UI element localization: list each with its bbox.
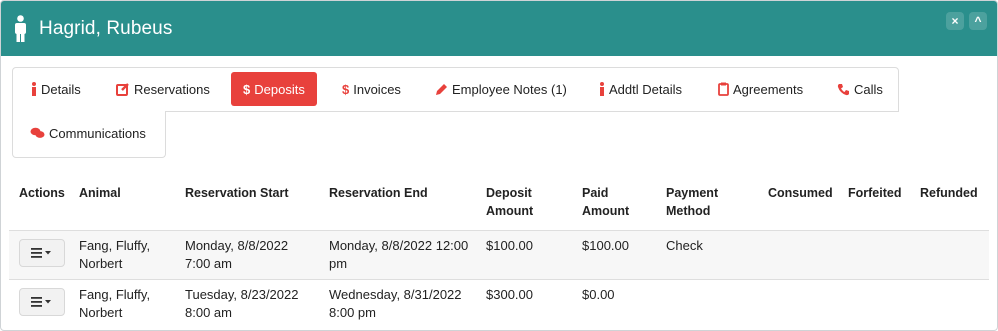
column-header-payment-method: Payment Method [666, 186, 719, 218]
cell-consumed [758, 231, 838, 280]
tab-label: Reservations [134, 81, 210, 97]
cell-start: Monday, 8/8/2022 7:00 am [185, 238, 289, 271]
collapse-button[interactable]: ^ [969, 12, 987, 30]
tab-label: Communications [49, 125, 146, 141]
tab-label: Agreements [733, 81, 804, 97]
phone-icon [837, 83, 850, 96]
deposits-table: Actions Animal Reservation Start Reserva… [9, 173, 989, 328]
column-header-reservation-start: Reservation Start [185, 186, 289, 200]
column-header-actions: Actions [19, 186, 65, 200]
cell-forfeited [838, 280, 910, 329]
chevron-up-icon: ^ [974, 14, 982, 28]
info-icon [31, 82, 37, 96]
column-header-reservation-end: Reservation End [329, 186, 428, 200]
tab-addtl-details[interactable]: Addtl Details [599, 72, 682, 106]
tab-agreements[interactable]: Agreements [718, 72, 803, 106]
close-icon: × [951, 14, 959, 28]
tab-label: Addtl Details [609, 81, 682, 97]
info-icon [599, 82, 605, 96]
tab-deposits[interactable]: $ Deposits [231, 72, 317, 106]
cell-refunded [910, 231, 989, 280]
tab-label: Deposits [254, 81, 305, 97]
pencil-icon [435, 83, 448, 96]
cell-animal: Fang, Fluffy, Norbert [79, 238, 151, 271]
row-actions-button[interactable] [19, 239, 65, 267]
column-header-consumed: Consumed [768, 186, 833, 200]
person-icon [14, 14, 27, 43]
column-header-deposit-amount: Deposit Amount [486, 186, 534, 218]
cell-paid: $0.00 [582, 287, 615, 302]
tab-communications[interactable]: Communications [30, 116, 146, 150]
customer-window: Hagrid, Rubeus × ^ Details Reservations [0, 0, 998, 331]
tab-bar: Details Reservations $ Deposits $ Invoic… [12, 67, 997, 161]
table-row: Fang, Fluffy, Norbert Monday, 8/8/2022 7:0… [9, 230, 989, 280]
cell-consumed [758, 280, 838, 329]
tab-label: Invoices [353, 81, 401, 97]
window-header: Hagrid, Rubeus × ^ [1, 1, 997, 56]
column-header-paid-amount: Paid Amount [582, 186, 630, 218]
tab-invoices[interactable]: $ Invoices [342, 72, 401, 106]
cell-method [656, 280, 758, 329]
cell-deposit: $300.00 [486, 287, 533, 302]
row-actions-button[interactable] [19, 288, 65, 316]
menu-caret-icon [31, 297, 51, 307]
column-header-forfeited: Forfeited [848, 186, 902, 200]
cell-end: Monday, 8/8/2022 12:00 pm [329, 238, 469, 271]
chat-icon [30, 127, 45, 139]
table-row: Fang, Fluffy, Norbert Tuesday, 8/23/2022 8… [9, 279, 989, 329]
tab-label: Employee Notes (1) [452, 81, 567, 97]
dollar-icon: $ [342, 81, 350, 97]
close-button[interactable]: × [946, 12, 964, 30]
cell-refunded [910, 280, 989, 329]
tab-row-2: Communications [12, 111, 166, 158]
cell-start: Tuesday, 8/23/2022 8:00 am [185, 287, 299, 320]
column-header-refunded: Refunded [920, 186, 978, 200]
table-header-row: Actions Animal Reservation Start Reserva… [9, 173, 989, 231]
tab-employee-notes[interactable]: Employee Notes (1) [435, 72, 567, 106]
tab-label: Details [41, 81, 81, 97]
edit-icon [116, 82, 130, 96]
cell-paid: $100.00 [582, 238, 629, 253]
tab-row-1: Details Reservations $ Deposits $ Invoic… [12, 67, 899, 112]
tab-reservations[interactable]: Reservations [116, 72, 210, 106]
page-title: Hagrid, Rubeus [39, 17, 173, 39]
cell-forfeited [838, 231, 910, 280]
cell-animal: Fang, Fluffy, Norbert [79, 287, 151, 320]
dollar-icon: $ [243, 81, 251, 97]
column-header-animal: Animal [79, 186, 121, 200]
menu-caret-icon [31, 248, 51, 258]
cell-end: Wednesday, 8/31/2022 8:00 pm [329, 287, 462, 320]
tab-label: Calls [854, 81, 883, 97]
cell-deposit: $100.00 [486, 238, 533, 253]
cell-method: Check [666, 238, 703, 253]
clipboard-icon [718, 82, 729, 96]
tab-calls[interactable]: Calls [837, 72, 883, 106]
tab-details[interactable]: Details [31, 72, 81, 106]
